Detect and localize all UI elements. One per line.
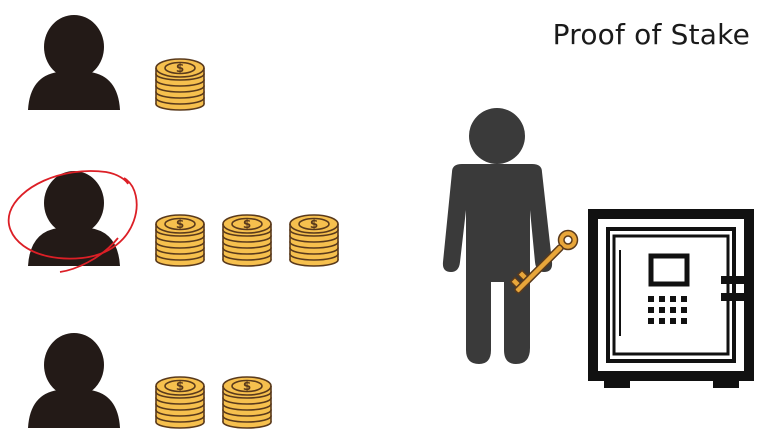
- coin-dollar-symbol: $: [243, 379, 251, 393]
- user-icon: [28, 333, 120, 428]
- coin-dollar-symbol: $: [176, 379, 184, 393]
- user-icon: [28, 15, 120, 110]
- participant-row: $: [28, 15, 205, 111]
- participant-row: $ $: [28, 333, 272, 429]
- coin-stack-icon: $: [222, 376, 272, 429]
- coin-stack-icon: $: [155, 376, 205, 429]
- coin-stack-icon: $: [155, 58, 205, 111]
- validator-person-icon: [442, 108, 553, 364]
- coin-stack-icon: $: [155, 214, 205, 267]
- diagram-canvas: $$ $ $$ $: [7, 15, 754, 429]
- coin-dollar-symbol: $: [310, 217, 318, 231]
- participant-row: $ $ $: [7, 170, 339, 273]
- coin-stack-icon: $: [289, 214, 339, 267]
- safe-vault-icon: [588, 209, 754, 388]
- coin-dollar-symbol: $: [176, 217, 184, 231]
- coin-dollar-symbol: $: [176, 61, 184, 75]
- coin-stack-icon: $: [222, 214, 272, 267]
- coin-dollar-symbol: $: [243, 217, 251, 231]
